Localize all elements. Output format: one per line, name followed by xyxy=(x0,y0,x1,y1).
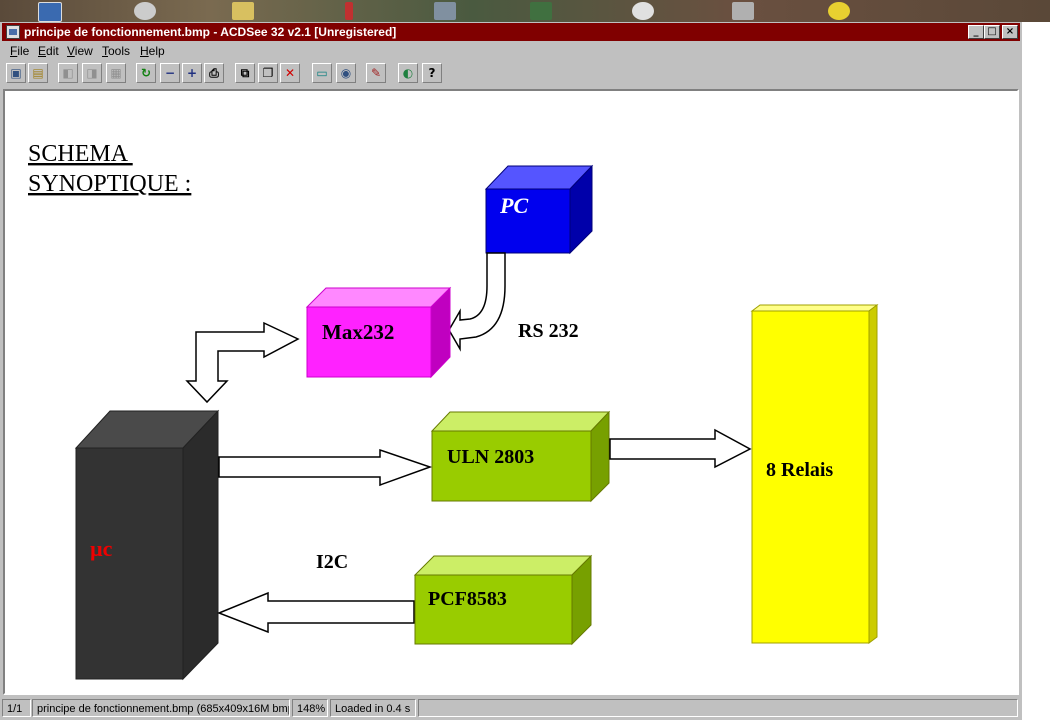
i2c-label: I2C xyxy=(316,551,348,573)
max232-block: Max232 xyxy=(305,286,452,379)
max232-label: Max232 xyxy=(322,320,394,344)
minimize-button[interactable]: _ xyxy=(968,25,984,39)
view-options-icon[interactable]: ◐ xyxy=(398,63,418,83)
image-view[interactable]: SCHEMA SYNOPTIQUE : PC RS 232 Max232 µc … xyxy=(3,89,1019,695)
uln2803-label: ULN 2803 xyxy=(447,446,534,468)
browse-icon[interactable]: ▣ xyxy=(6,63,26,83)
desktop-shortcut-icon[interactable] xyxy=(530,2,552,20)
desktop-shortcut-icon[interactable] xyxy=(732,2,754,20)
paste-icon[interactable]: ❐ xyxy=(258,63,278,83)
pcf8583-block: PCF8583 xyxy=(413,554,593,646)
desktop-shortcut-icon[interactable] xyxy=(232,2,254,20)
uart-bidirectional-arrow xyxy=(185,321,300,404)
title-bar[interactable]: principe de fonctionnement.bmp - ACDSee … xyxy=(2,23,1020,41)
desktop-shortcut-icon[interactable] xyxy=(828,2,850,20)
desktop-shortcut-icon[interactable] xyxy=(632,2,654,20)
delete-icon[interactable]: ✕ xyxy=(280,63,300,83)
next-image-icon[interactable]: ◨ xyxy=(82,63,102,83)
pc-label: PC xyxy=(499,193,528,218)
uln-to-relais-arrow xyxy=(609,428,752,469)
open-folder-icon[interactable]: ▤ xyxy=(28,63,48,83)
menu-view[interactable]: View xyxy=(67,42,93,60)
relais-label: 8 Relais xyxy=(766,459,833,481)
diagram-heading-line2: SYNOPTIQUE : xyxy=(28,171,191,197)
status-bar: 1/1 principe de fonctionnement.bmp (685x… xyxy=(0,698,1022,718)
uc-to-uln-arrow xyxy=(218,448,433,487)
pcf-to-uc-arrow xyxy=(216,591,415,634)
menu-file[interactable]: File xyxy=(10,42,29,60)
toolbar: ▣ ▤ ◧ ◨ ▦ ↻ − + ⎙ ⧉ ❐ ✕ ▭ ◉ ✎ ◐ ? xyxy=(2,62,1020,88)
desktop-edge xyxy=(1022,22,1050,720)
desktop-shortcut-icon[interactable] xyxy=(38,2,62,22)
tools-icon[interactable]: ✎ xyxy=(366,63,386,83)
full-screen-icon[interactable]: ▦ xyxy=(106,63,126,83)
status-empty-panel xyxy=(418,699,1018,717)
diagram-heading-line1: SCHEMA xyxy=(28,141,133,167)
microcontroller-block: µc xyxy=(74,409,220,681)
zoom-out-icon[interactable]: − xyxy=(160,63,180,83)
menu-help[interactable]: Help xyxy=(140,42,165,60)
status-zoom: 148% xyxy=(292,699,328,717)
menu-edit[interactable]: Edit xyxy=(38,42,59,60)
desktop-shortcut-icon[interactable] xyxy=(434,2,456,20)
app-icon[interactable] xyxy=(6,25,20,39)
zoom-in-icon[interactable]: + xyxy=(182,63,202,83)
pc-block: PC xyxy=(484,164,594,255)
acdsee-window: principe de fonctionnement.bmp - ACDSee … xyxy=(0,22,1022,720)
status-load-time: Loaded in 0.4 s xyxy=(330,699,416,717)
desktop-background xyxy=(0,0,1050,22)
uln2803-block: ULN 2803 xyxy=(430,410,611,503)
rotate-icon[interactable]: ↻ xyxy=(136,63,156,83)
previous-image-icon[interactable]: ◧ xyxy=(58,63,78,83)
print-icon[interactable]: ⎙ xyxy=(204,63,224,83)
wallpaper-icon[interactable]: ◉ xyxy=(336,63,356,83)
window-title: principe de fonctionnement.bmp - ACDSee … xyxy=(24,25,397,39)
close-button[interactable]: × xyxy=(1002,25,1018,39)
copy-icon[interactable]: ⧉ xyxy=(235,63,255,83)
rs232-label: RS 232 xyxy=(518,320,579,342)
synoptic-diagram: SCHEMA SYNOPTIQUE : PC RS 232 Max232 µc … xyxy=(28,141,879,681)
help-icon[interactable]: ? xyxy=(422,63,442,83)
microcontroller-label: µc xyxy=(90,536,113,561)
desktop-shortcut-icon[interactable] xyxy=(134,2,156,20)
menu-tools[interactable]: Tools xyxy=(102,42,130,60)
status-image-index: 1/1 xyxy=(2,699,31,717)
relais-block: 8 Relais xyxy=(750,304,879,644)
maximize-button[interactable]: □ xyxy=(984,25,1000,39)
slideshow-icon[interactable]: ▭ xyxy=(312,63,332,83)
desktop-shortcut-icon[interactable] xyxy=(345,2,353,20)
pcf8583-label: PCF8583 xyxy=(428,588,507,610)
rs232-link-arrow xyxy=(448,252,506,352)
status-file-info: principe de fonctionnement.bmp (685x409x… xyxy=(32,699,290,717)
